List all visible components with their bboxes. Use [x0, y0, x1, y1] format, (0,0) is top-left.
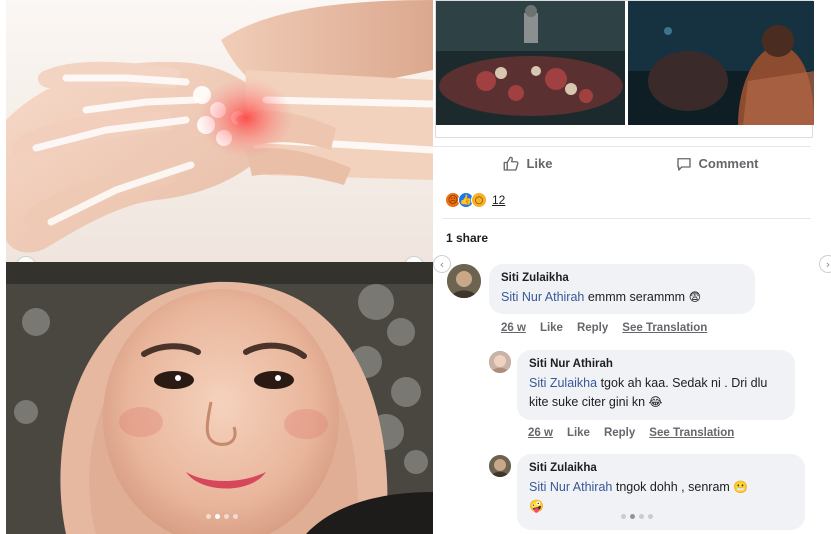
- comment-text: Siti Nur Athirah emmm serammm 😨: [501, 288, 743, 307]
- selfie-photo: [6, 262, 433, 534]
- left-photo-column: ‹ ›: [0, 0, 433, 534]
- comment-author[interactable]: Siti Nur Athirah: [529, 358, 783, 370]
- carousel-dot[interactable]: [233, 514, 238, 519]
- fearful-face-icon: 😨: [688, 290, 702, 304]
- avatar[interactable]: [447, 264, 481, 298]
- selfie-illustration: [6, 262, 433, 534]
- comment-body: emmm serammm: [584, 290, 686, 304]
- comment-like-link[interactable]: Like: [567, 427, 590, 439]
- facebook-post-screenshot: Like Comment ☹ 👍 ○ 12 1 share ‹ › Siti Z…: [433, 0, 831, 534]
- comment-button-label: Comment: [698, 156, 759, 171]
- wrist-pain-image: ‹ ›: [6, 0, 433, 262]
- comment-reply-link[interactable]: Reply: [604, 427, 635, 439]
- mention-tag[interactable]: Siti Nur Athirah: [501, 290, 584, 304]
- post-action-bar: Like Comment: [433, 146, 811, 180]
- reaction-count[interactable]: 12: [492, 193, 505, 207]
- avatar[interactable]: [489, 351, 511, 373]
- comment-text: Siti Nur Athirah tngok dohh , senram 😬 🤪: [529, 478, 793, 517]
- comment-time[interactable]: 26 w: [501, 322, 526, 334]
- post-image-frame: [435, 0, 814, 138]
- comment-meta: 26 w Like Reply See Translation: [528, 427, 734, 439]
- carousel-dot[interactable]: [224, 514, 229, 519]
- mention-tag[interactable]: Siti Nur Athirah: [529, 480, 612, 494]
- divider: [443, 218, 811, 219]
- comment-author[interactable]: Siti Zulaikha: [529, 462, 793, 474]
- grimacing-face-icon: 😬: [733, 480, 749, 494]
- comment-bubble-icon: [676, 157, 691, 171]
- comment-meta: 26 w Like Reply See Translation: [501, 322, 707, 334]
- wow-icon: ○: [471, 192, 487, 208]
- see-translation-link[interactable]: See Translation: [649, 427, 734, 439]
- thumbs-up-icon: [504, 156, 519, 171]
- comment-bubble: Siti Nur Athirah Siti Zulaikha tgok ah k…: [517, 350, 795, 420]
- carousel-dot[interactable]: [648, 514, 653, 519]
- like-button-label: Like: [526, 156, 553, 171]
- wrist-pain-illustration: [6, 0, 433, 253]
- avatar[interactable]: [489, 455, 511, 477]
- carousel-dots: [206, 514, 238, 519]
- comment-button[interactable]: Comment: [622, 155, 811, 173]
- carousel-dot[interactable]: [639, 514, 644, 519]
- mention-tag[interactable]: Siti Zulaikha: [529, 376, 597, 390]
- comment-bubble: Siti Zulaikha Siti Nur Athirah tngok doh…: [517, 454, 805, 530]
- comment-reply-link[interactable]: Reply: [577, 322, 608, 334]
- carousel-dot-active[interactable]: [215, 514, 220, 519]
- reaction-summary[interactable]: ☹ 👍 ○ 12: [445, 190, 505, 210]
- comment-bubble: Siti Zulaikha Siti Nur Athirah emmm sera…: [489, 264, 755, 314]
- movie-still-image-1: [436, 1, 625, 125]
- share-count[interactable]: 1 share: [446, 231, 488, 245]
- carousel-next-icon[interactable]: ›: [819, 255, 831, 273]
- comment-like-link[interactable]: Like: [540, 322, 563, 334]
- laughing-face-icon: 😂: [648, 395, 663, 410]
- like-button[interactable]: Like: [433, 155, 622, 173]
- carousel-prev-icon[interactable]: ‹: [433, 255, 451, 273]
- carousel-dot-active[interactable]: [630, 514, 635, 519]
- zany-face-icon: 🤪: [529, 499, 544, 514]
- comment-time[interactable]: 26 w: [528, 427, 553, 439]
- comment-text: Siti Zulaikha tgok ah kaa. Sedak ni . Dr…: [529, 374, 783, 413]
- movie-still-image-2: [628, 1, 814, 125]
- comment-body: tngok dohh , senram: [612, 480, 730, 494]
- carousel-dot[interactable]: [621, 514, 626, 519]
- carousel-dots: [621, 514, 653, 519]
- carousel-dot[interactable]: [206, 514, 211, 519]
- see-translation-link[interactable]: See Translation: [622, 322, 707, 334]
- comment-author[interactable]: Siti Zulaikha: [501, 272, 743, 284]
